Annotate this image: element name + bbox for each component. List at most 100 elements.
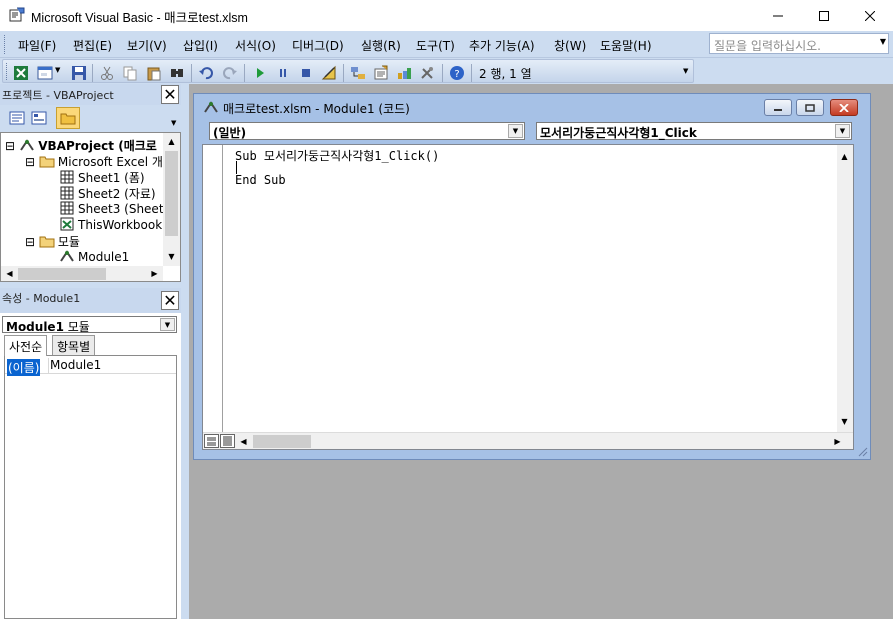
project-explorer-icon[interactable] (350, 65, 366, 81)
toolbox-icon[interactable] (419, 65, 435, 81)
chevron-down-icon[interactable]: ▼ (880, 37, 886, 46)
tree-node-sheet2[interactable]: Sheet2 (자료) (59, 185, 156, 201)
tree-expander[interactable]: ⊟ (25, 235, 35, 249)
insert-dropdown-icon[interactable]: ▼ (55, 66, 60, 74)
procedure-combo[interactable]: 모서리가둥근직사각형1_Click ▼ (536, 122, 852, 140)
menu-addins[interactable]: 추가 기능(A) (469, 37, 535, 54)
maximize-button[interactable] (801, 0, 847, 31)
menu-run[interactable]: 실행(R) (361, 37, 401, 54)
tree-node-vbaproject[interactable]: ⊟ VBAProject (매크로 (5, 137, 157, 153)
view-code-icon[interactable] (9, 111, 25, 125)
scroll-left-icon[interactable]: ◀ (236, 434, 251, 449)
code-close-button[interactable] (830, 99, 858, 116)
paste-icon[interactable] (146, 65, 162, 81)
toggle-folders-button[interactable] (56, 107, 80, 129)
help-search-input[interactable]: 질문을 입력하십시오. ▼ (709, 33, 889, 54)
code-line[interactable]: Sub 모서리가둥근직사각형1_Click() (235, 147, 439, 164)
save-icon[interactable] (71, 65, 87, 81)
tab-categorized[interactable]: 항목별 (52, 335, 96, 355)
scroll-right-icon[interactable]: ▶ (147, 266, 162, 281)
code-line[interactable]: End Sub (235, 173, 286, 187)
menu-file[interactable]: 파일(F) (18, 37, 56, 54)
maximize-icon (819, 10, 829, 21)
tree-horizontal-scrollbar[interactable]: ◀ ▶ (1, 266, 163, 281)
tree-node-thisworkbook[interactable]: ThisWorkbook (59, 217, 162, 233)
vba-app-icon[interactable] (9, 7, 25, 23)
code-margin[interactable] (203, 145, 223, 432)
scroll-left-icon[interactable]: ◀ (2, 266, 17, 281)
tree-expander[interactable]: ⊟ (25, 155, 35, 169)
help-icon[interactable]: ? (449, 65, 465, 81)
copy-icon[interactable] (122, 65, 138, 81)
toolbar-options-icon[interactable]: ▼ (683, 67, 688, 75)
minimize-button[interactable] (755, 0, 801, 31)
tree-expander[interactable]: ⊟ (5, 139, 15, 153)
tab-alphabetic[interactable]: 사전순 (4, 335, 48, 356)
resize-grip-icon[interactable] (858, 447, 868, 457)
reset-icon[interactable] (298, 65, 314, 81)
code-horizontal-scrollbar[interactable]: ◀ ▶ (203, 432, 853, 449)
chevron-down-icon[interactable]: ▼ (508, 124, 523, 138)
menubar-grip[interactable] (4, 35, 7, 54)
toolbar-separator (191, 64, 192, 82)
scroll-right-icon[interactable]: ▶ (830, 434, 845, 449)
view-object-icon[interactable] (31, 111, 47, 125)
minimize-icon (774, 108, 782, 111)
scroll-thumb[interactable] (18, 268, 106, 280)
tree-node-modules[interactable]: ⊟ 모듈 (25, 233, 80, 249)
scroll-thumb[interactable] (253, 435, 311, 448)
code-minimize-button[interactable] (764, 99, 792, 116)
toolbar-grip[interactable] (6, 63, 9, 80)
scroll-down-icon[interactable]: ▼ (164, 249, 179, 264)
menu-view[interactable]: 보기(V) (127, 37, 167, 54)
menu-help[interactable]: 도움말(H) (600, 37, 652, 54)
code-vertical-scrollbar[interactable]: ▲ ▼ (837, 145, 853, 432)
property-value[interactable]: Module1 (48, 358, 101, 374)
undo-icon[interactable] (198, 65, 214, 81)
menu-tools[interactable]: 도구(T) (416, 37, 455, 54)
object-combo[interactable]: (일반) ▼ (209, 122, 525, 140)
menu-edit[interactable]: 편집(E) (73, 37, 112, 54)
panel-toolbar-dropdown-icon[interactable]: ▼ (171, 119, 176, 127)
insert-userform-icon[interactable] (37, 65, 53, 81)
code-editor[interactable]: Sub 모서리가둥근직사각형1_Click() End Sub ▲ ▼ ◀ ▶ (202, 144, 854, 450)
tree-node-excel-objects[interactable]: ⊟ Microsoft Excel 개 (25, 153, 163, 169)
find-icon[interactable] (169, 65, 185, 81)
break-icon[interactable] (275, 65, 291, 81)
properties-icon[interactable] (373, 65, 389, 81)
menu-format[interactable]: 서식(O) (235, 37, 276, 54)
excel-view-icon[interactable] (13, 65, 29, 81)
procedure-view-icon[interactable] (204, 434, 219, 448)
close-button[interactable] (847, 0, 893, 31)
toolbar-separator (244, 64, 245, 82)
vertical-splitter[interactable] (181, 84, 189, 619)
scroll-down-icon[interactable]: ▼ (837, 414, 852, 429)
code-restore-button[interactable] (796, 99, 824, 116)
tree-node-module1[interactable]: Module1 (59, 249, 129, 265)
property-row[interactable]: (이름) Module1 (5, 358, 176, 376)
scroll-thumb[interactable] (165, 151, 178, 236)
scroll-up-icon[interactable]: ▲ (837, 149, 852, 164)
cut-icon[interactable] (99, 65, 115, 81)
menu-insert[interactable]: 삽입(I) (183, 37, 218, 54)
design-mode-icon[interactable] (321, 65, 337, 81)
chevron-down-icon[interactable]: ▼ (160, 318, 175, 331)
help-search-placeholder: 질문을 입력하십시오. (714, 39, 821, 53)
run-icon[interactable] (252, 65, 268, 81)
object-browser-icon[interactable] (396, 65, 412, 81)
menu-window[interactable]: 창(W) (554, 37, 586, 54)
chevron-down-icon[interactable]: ▼ (835, 124, 850, 138)
tree-vertical-scrollbar[interactable]: ▲ ▼ (163, 133, 180, 266)
tree-node-sheet1[interactable]: Sheet1 (폼) (59, 169, 145, 185)
project-panel-close-button[interactable]: ✕ (161, 85, 179, 104)
full-module-view-icon[interactable] (220, 434, 235, 448)
selector-object-name: Module1 (6, 320, 64, 334)
menu-debug[interactable]: 디버그(D) (292, 37, 344, 54)
properties-panel-close-button[interactable]: ✕ (161, 291, 179, 310)
properties-object-selector[interactable]: Module1 모듈 ▼ (2, 316, 177, 334)
scroll-up-icon[interactable]: ▲ (164, 134, 179, 149)
module-icon (204, 101, 218, 113)
redo-icon[interactable] (222, 65, 238, 81)
title-bar: Microsoft Visual Basic - 매크로test.xlsm (0, 0, 893, 31)
tree-node-sheet3[interactable]: Sheet3 (Sheet (59, 201, 164, 217)
